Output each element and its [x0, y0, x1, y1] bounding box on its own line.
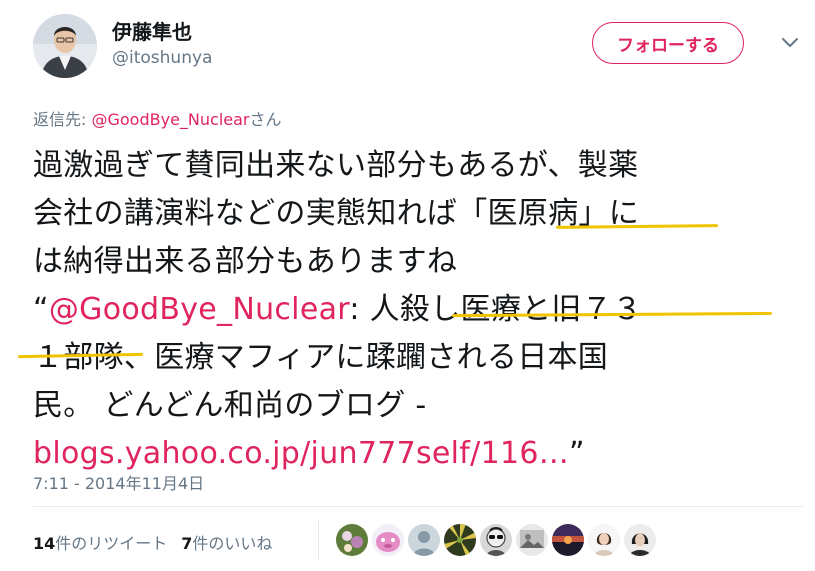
liker-avatar-portrait-icon	[624, 524, 656, 556]
tweet-line-2: 会社の講演料などの実態知れば「医原病」に	[33, 196, 639, 231]
tweet-line-6: 民。 どんどん和尚のブログ -	[33, 388, 427, 423]
reply-to: 返信先: @GoodBye_Nuclearさん	[33, 106, 282, 130]
like-count-label: 件のいいね	[192, 534, 273, 553]
quote-open: “	[33, 292, 49, 327]
liker-avatar[interactable]	[516, 524, 548, 556]
tweet-mention[interactable]: @GoodBye_Nuclear	[49, 292, 350, 327]
tweet-line-4-rest: : 人殺し医療と旧７３	[349, 292, 643, 327]
liker-avatar-photo-icon	[516, 524, 548, 556]
timestamp[interactable]: 7:11 - 2014年11月4日	[33, 470, 204, 494]
divider	[33, 506, 803, 507]
engagement-stats: 14件のリツイート 7件のいいね	[33, 530, 272, 554]
liker-avatar[interactable]	[408, 524, 440, 556]
liker-avatar[interactable]	[336, 524, 368, 556]
liker-avatar[interactable]	[552, 524, 584, 556]
liker-avatar[interactable]	[588, 524, 620, 556]
liker-avatar-woman-icon	[588, 524, 620, 556]
tweet-text: 過激過ぎて賛同出来ない部分もあるが、製薬 会社の講演料などの実態知れば「医原病」…	[33, 142, 793, 478]
avatar[interactable]	[33, 14, 97, 78]
profile-photo-icon	[33, 14, 97, 78]
reply-to-suffix: さん	[249, 110, 282, 129]
tweet-line-5: １部隊、医療マフィアに蹂躙される日本国	[33, 340, 609, 375]
retweet-count[interactable]: 14件のリツイート	[33, 530, 167, 554]
liker-avatar[interactable]	[624, 524, 656, 556]
reply-to-prefix: 返信先:	[33, 110, 92, 129]
like-count-value: 7	[181, 534, 193, 553]
reply-to-mention[interactable]: @GoodBye_Nuclear	[91, 110, 249, 129]
chevron-down-icon[interactable]	[778, 30, 802, 54]
liker-avatar-default-icon	[408, 524, 440, 556]
username-handle[interactable]: @itoshunya	[112, 48, 212, 68]
liker-avatar[interactable]	[372, 524, 404, 556]
liker-avatar-green-pattern-icon	[444, 524, 476, 556]
liker-avatar-sunset-icon	[552, 524, 584, 556]
quote-close: ”	[569, 436, 585, 471]
tweet-line-3: は納得出来る部分もありますね	[33, 244, 458, 279]
liker-avatars	[336, 524, 656, 556]
tweet-link[interactable]: blogs.yahoo.co.jp/jun777self/116…	[33, 436, 569, 471]
tweet-line-4: “@GoodBye_Nuclear: 人殺し医療と旧７３	[33, 286, 793, 334]
follow-button[interactable]: フォローする	[592, 22, 744, 64]
liker-avatar-sunglasses-icon	[480, 524, 512, 556]
liker-avatar-pink-character-icon	[372, 524, 404, 556]
like-count[interactable]: 7件のいいね	[181, 530, 272, 554]
retweet-count-label: 件のリツイート	[55, 534, 168, 553]
liker-avatar[interactable]	[480, 524, 512, 556]
display-name[interactable]: 伊藤隼也	[112, 16, 192, 45]
liker-avatar[interactable]	[444, 524, 476, 556]
retweet-count-value: 14	[33, 534, 56, 553]
liker-avatar-flowers-icon	[336, 524, 368, 556]
divider	[318, 520, 319, 560]
tweet-line-1: 過激過ぎて賛同出来ない部分もあるが、製薬	[33, 148, 639, 183]
